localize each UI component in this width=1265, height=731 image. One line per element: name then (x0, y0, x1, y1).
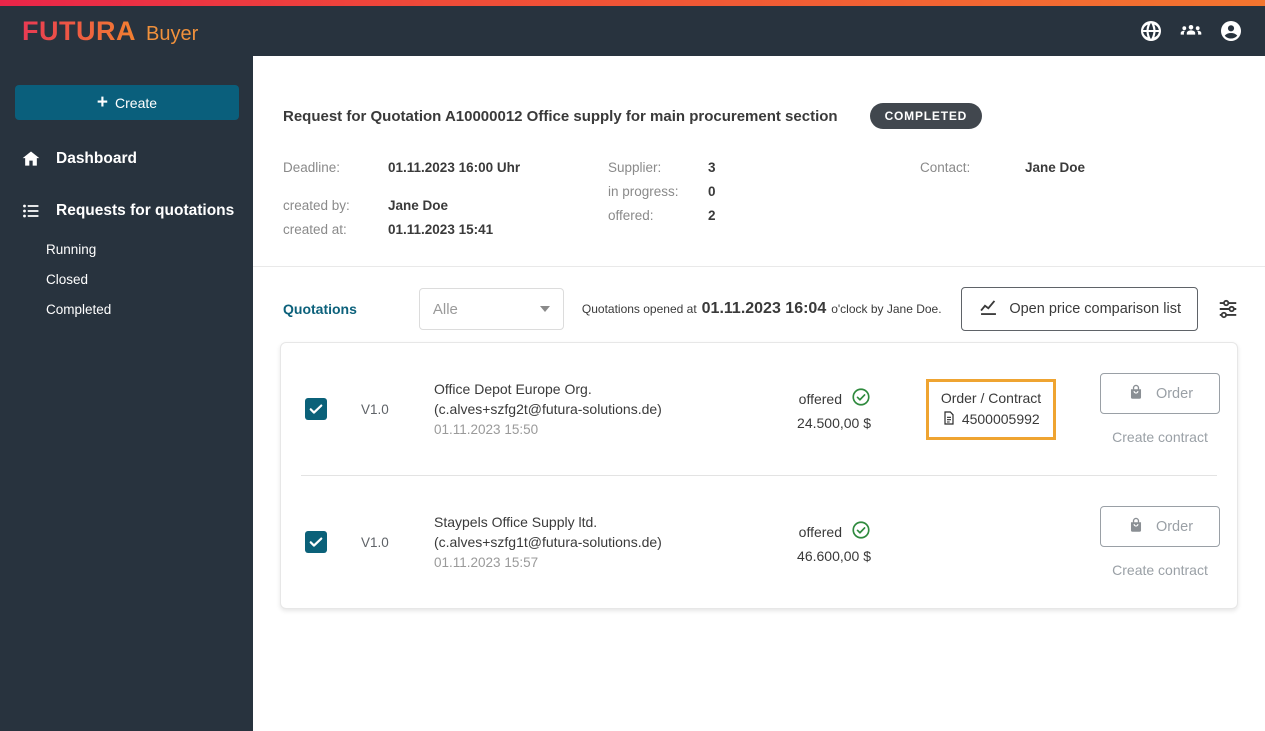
offered-value: 2 (708, 208, 716, 223)
offer-amount: 24.500,00 $ (797, 415, 871, 431)
members-icon[interactable] (1179, 19, 1203, 43)
in-progress-label: in progress: (608, 184, 679, 199)
order-button-label: Order (1155, 385, 1194, 402)
quotation-date: 01.11.2023 15:57 (434, 554, 539, 570)
check-circle-icon (851, 520, 871, 543)
deadline-value: 01.11.2023 16:00 Uhr (388, 160, 521, 175)
document-icon (941, 410, 957, 429)
shopping-bag-icon (1127, 383, 1145, 405)
order-contract-number: 4500005992 (961, 411, 1040, 427)
quotation-version: V1.0 (361, 534, 389, 550)
quotations-card: V1.0 Office Depot Europe Org. (c.alves+s… (280, 342, 1238, 609)
main-content: Request for Quotation A10000012 Office s… (253, 56, 1265, 731)
sidebar-subitem-running[interactable]: Running (46, 234, 253, 264)
in-progress-value: 0 (708, 184, 716, 199)
check-circle-icon (851, 387, 871, 410)
contact-label: Contact: (920, 160, 971, 175)
order-button[interactable]: Order (1100, 506, 1220, 547)
quotation-row: V1.0 Staypels Office Supply ltd. (c.alve… (281, 476, 1237, 608)
created-at-label: created at: (283, 222, 347, 237)
supplier-name: Staypels Office Supply ltd. (434, 513, 598, 530)
plus-icon: + (96, 92, 109, 113)
sidebar-subitem-completed[interactable]: Completed (46, 294, 253, 324)
order-contract-label: Order / Contract (940, 389, 1042, 406)
status-badge: COMPLETED (869, 103, 983, 129)
quotations-opened-text: Quotations opened at 01.11.2023 16:04 o'… (582, 300, 942, 318)
quotation-version: V1.0 (361, 401, 389, 417)
app-header: FUTURA Buyer (0, 6, 1265, 56)
order-button-label: Order (1155, 518, 1194, 535)
app-logo[interactable]: FUTURA Buyer (22, 16, 198, 47)
create-contract-link[interactable]: Create contract (1081, 562, 1239, 578)
offered-status-label: offered (798, 523, 842, 540)
created-by-label: created by: (283, 198, 350, 213)
offer-amount: 46.600,00 $ (797, 548, 871, 564)
dropdown-selected-value: Alle (432, 300, 458, 318)
sidebar-item-label: Requests for quotations (56, 202, 235, 219)
logo-product-text: Buyer (145, 22, 199, 45)
order-contract-box[interactable]: Order / Contract 4500005992 (925, 378, 1057, 440)
deadline-label: Deadline: (283, 160, 341, 175)
quotation-date: 01.11.2023 15:50 (434, 421, 539, 437)
quotations-section-label: Quotations (283, 301, 357, 317)
created-by-value: Jane Doe (388, 198, 449, 213)
created-at-value: 01.11.2023 15:41 (388, 222, 494, 237)
quotations-filter-dropdown[interactable]: Alle (418, 288, 564, 330)
supplier-email: (c.alves+szfg2t@futura-solutions.de) (434, 401, 662, 418)
sidebar-item-label: Dashboard (56, 150, 137, 167)
offered-label: offered: (608, 208, 654, 223)
home-icon (21, 149, 41, 169)
chevron-down-icon (539, 306, 550, 312)
account-icon[interactable] (1219, 19, 1243, 43)
supplier-value: 3 (708, 160, 716, 175)
sidebar-subitem-closed[interactable]: Closed (46, 264, 253, 294)
open-price-comparison-button[interactable]: Open price comparison list (961, 287, 1198, 331)
quotation-row: V1.0 Office Depot Europe Org. (c.alves+s… (281, 343, 1237, 475)
page-title: Request for Quotation A10000012 Office s… (283, 107, 838, 125)
shopping-bag-icon (1127, 516, 1145, 538)
opened-suffix: o'clock by Jane Doe. (831, 302, 942, 316)
order-button[interactable]: Order (1100, 373, 1220, 414)
supplier-name: Office Depot Europe Org. (434, 380, 592, 397)
list-icon (21, 201, 41, 221)
contact-value: Jane Doe (1025, 160, 1086, 175)
compare-button-label: Open price comparison list (1009, 301, 1181, 317)
sidebar-item-requests-for-quotations[interactable]: Requests for quotations (0, 198, 253, 224)
opened-time: 01.11.2023 16:04 (701, 300, 827, 317)
create-contract-link[interactable]: Create contract (1081, 429, 1239, 445)
supplier-email: (c.alves+szfg1t@futura-solutions.de) (434, 534, 662, 551)
supplier-label: Supplier: (608, 160, 662, 175)
tune-filter-icon[interactable] (1217, 298, 1239, 320)
create-button-label: Create (115, 94, 158, 111)
sidebar: + Create Dashboard Requests for quotatio… (0, 56, 253, 731)
globe-icon[interactable] (1139, 19, 1163, 43)
create-button[interactable]: + Create (15, 85, 239, 120)
chart-icon (978, 297, 999, 322)
logo-text: FUTURA (22, 15, 136, 46)
request-details: Deadline: 01.11.2023 16:00 Uhr created b… (253, 129, 1265, 266)
sidebar-item-dashboard[interactable]: Dashboard (0, 146, 253, 172)
quotation-checkbox[interactable] (305, 398, 327, 420)
opened-prefix: Quotations opened at (581, 302, 697, 316)
offered-status-label: offered (798, 390, 842, 407)
quotation-checkbox[interactable] (305, 531, 327, 553)
